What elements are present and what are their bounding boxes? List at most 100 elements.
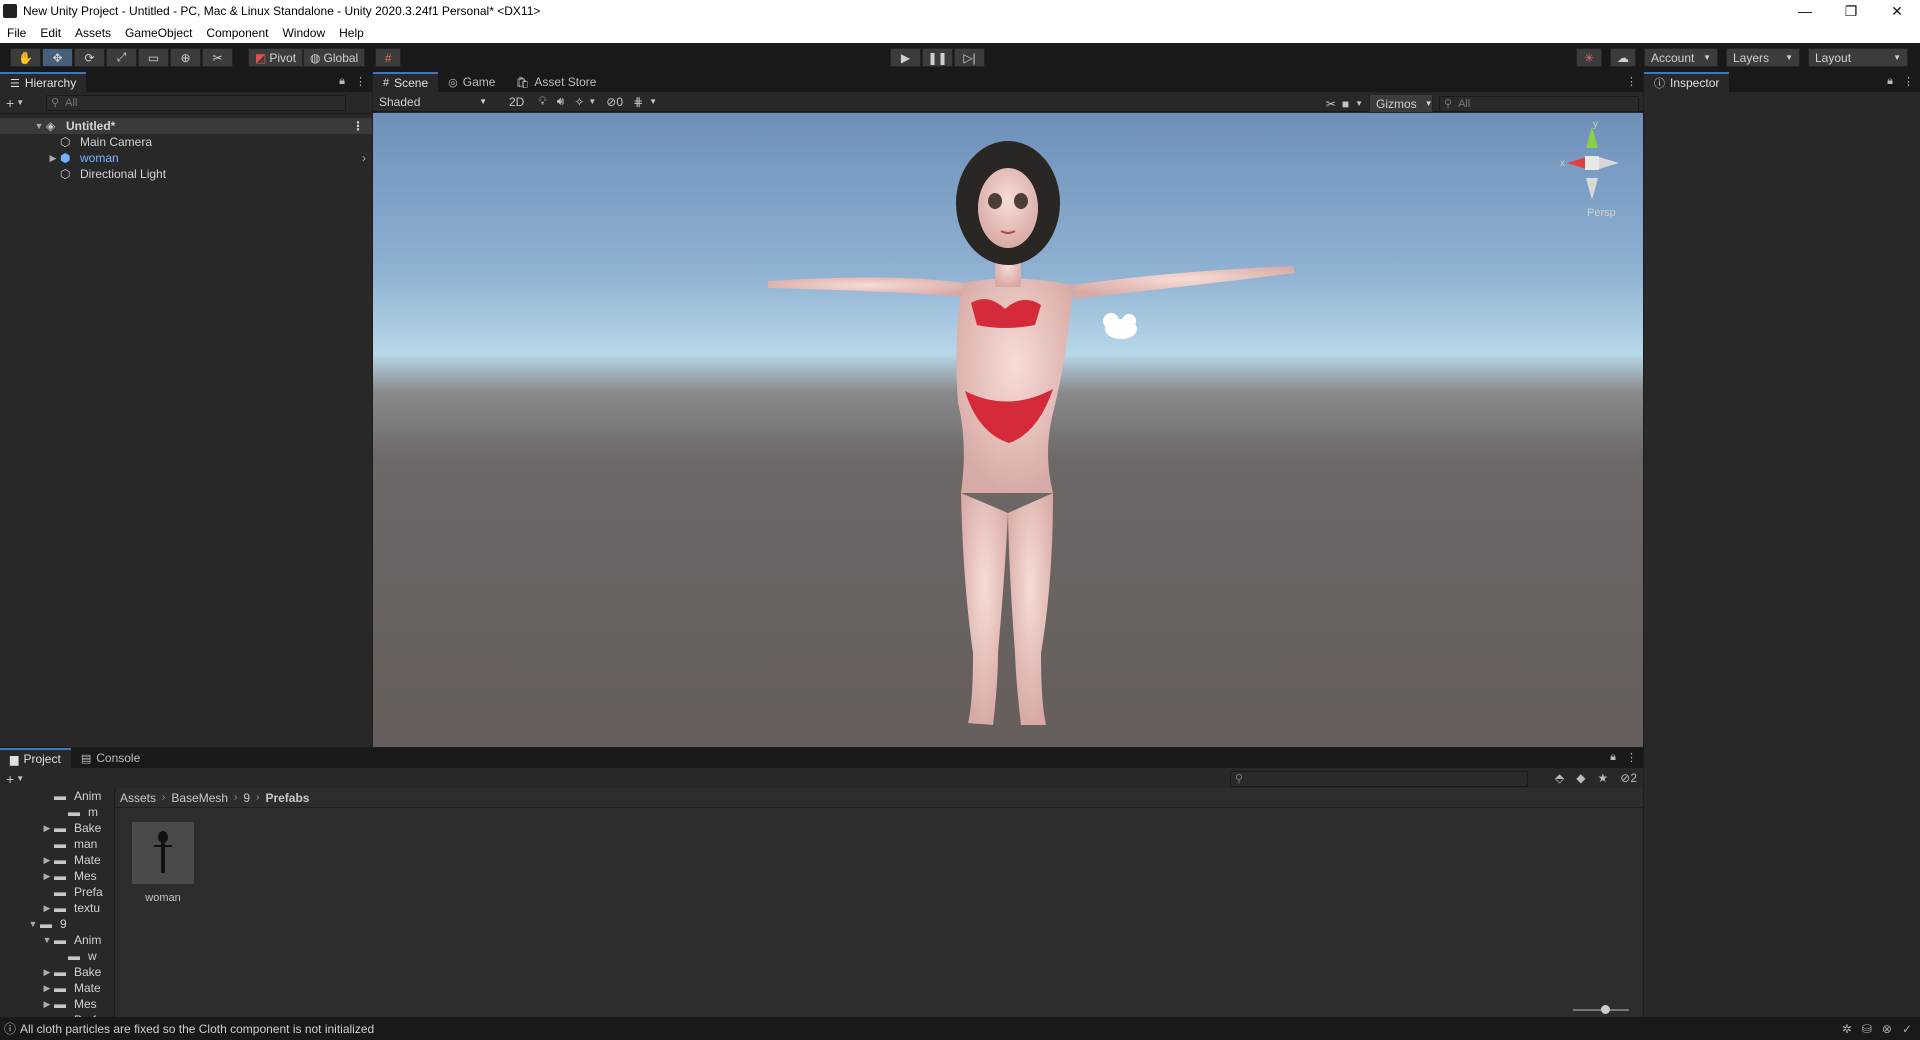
shading-mode-dropdown[interactable]: Shaded ▼ (373, 92, 493, 111)
scale-tool-button[interactable]: ⤢ (106, 48, 137, 67)
add-button[interactable]: + (6, 95, 14, 111)
hidden-objects-icon[interactable]: ⊘ (606, 95, 616, 109)
add-button[interactable]: + (6, 771, 14, 787)
menu-assets[interactable]: Assets (68, 26, 118, 40)
lock-icon[interactable]: 🔒︎ (1887, 75, 1893, 88)
scene-viewport[interactable]: y x Persp (373, 113, 1643, 747)
expand-arrow-icon[interactable]: ▼ (26, 919, 40, 929)
menu-edit[interactable]: Edit (33, 26, 68, 40)
layout-dropdown[interactable]: Layout ▼ (1808, 48, 1908, 67)
expand-arrow-icon[interactable]: ▼ (32, 121, 46, 131)
tab-inspector[interactable]: ⓘ Inspector (1644, 72, 1730, 92)
folder-tree-item[interactable]: ▶ ▬ textu (0, 900, 114, 916)
breadcrumb-basemesh[interactable]: BaseMesh (171, 791, 228, 805)
pause-button[interactable]: ❚❚ (922, 48, 953, 67)
expand-arrow-icon[interactable]: ▶ (40, 823, 54, 834)
audio-icon[interactable]: 🔊︎ (557, 94, 565, 109)
zoom-slider[interactable] (1573, 1005, 1629, 1014)
transform-tool-button[interactable]: ⊕ (170, 48, 201, 67)
breadcrumb-prefabs[interactable]: Prefabs (265, 791, 309, 805)
check-icon[interactable]: ✓ (1902, 1022, 1912, 1036)
menu-help[interactable]: Help (332, 26, 371, 40)
cloud-button[interactable]: ☁ (1610, 48, 1636, 67)
folder-tree-item[interactable]: ▶ ▬ Mate (0, 852, 114, 868)
minimize-button[interactable]: — (1782, 0, 1828, 22)
folder-tree-item[interactable]: ▶ ▬ Bake (0, 820, 114, 836)
filter-by-type-icon[interactable]: ⬘ (1555, 771, 1564, 785)
close-button[interactable]: ✕ (1874, 0, 1920, 22)
play-button[interactable]: ▶ (890, 48, 921, 67)
scene-search-input[interactable]: ⚲ All (1439, 95, 1639, 112)
persp-label[interactable]: Persp (1587, 207, 1616, 219)
folder-tree-item[interactable]: ▬ Anim (0, 788, 114, 804)
folder-tree-item[interactable]: ▬ m (0, 804, 114, 820)
expand-arrow-icon[interactable]: ▶ (40, 871, 54, 882)
hierarchy-item-directional-light[interactable]: ⬡ Directional Light (0, 166, 372, 182)
kebab-menu-icon[interactable]: ⋮ (352, 119, 364, 133)
global-toggle[interactable]: ◍ Global (303, 48, 366, 67)
hierarchy-scene-root[interactable]: ▼ ◈ Untitled* ⋮ (0, 118, 372, 134)
expand-arrow-icon[interactable]: ▶ (40, 983, 54, 994)
chevron-right-icon[interactable]: › (362, 151, 366, 165)
chevron-down-icon[interactable]: ▼ (649, 97, 657, 106)
breadcrumb-9[interactable]: 9 (243, 791, 250, 805)
tab-game[interactable]: ◎ Game (438, 72, 505, 92)
tab-scene[interactable]: # Scene (373, 72, 439, 92)
lock-icon[interactable]: 🔒︎ (1610, 751, 1616, 764)
woman-model[interactable] (768, 141, 1295, 725)
chevron-down-icon[interactable]: ▼ (16, 98, 24, 107)
network-icon[interactable]: ⊗ (1882, 1022, 1892, 1036)
asset-woman[interactable]: woman (132, 822, 194, 904)
maximize-button[interactable]: ❐ (1828, 0, 1874, 22)
step-button[interactable]: ▷| (954, 48, 985, 67)
tab-project[interactable]: ▆ Project (0, 748, 71, 768)
hierarchy-item-woman[interactable]: ▶ ⬢ woman › (0, 150, 372, 166)
hierarchy-item-main-camera[interactable]: ⬡ Main Camera (0, 134, 372, 150)
rect-tool-button[interactable]: ▭ (138, 48, 169, 67)
chevron-down-icon[interactable]: ▼ (588, 97, 596, 106)
rotate-tool-button[interactable]: ⟳ (74, 48, 105, 67)
filter-by-label-icon[interactable]: ◆ (1576, 771, 1585, 785)
tools-icon[interactable]: ✂ (1326, 97, 1336, 111)
move-tool-button[interactable]: ✥ (42, 48, 73, 67)
kebab-menu-icon[interactable]: ⋮ (1626, 751, 1637, 764)
camera-gizmo-icon[interactable] (1103, 313, 1137, 339)
expand-arrow-icon[interactable]: ▶ (46, 153, 60, 164)
hidden-packages-toggle[interactable]: ⊘2 (1620, 771, 1637, 785)
menu-file[interactable]: File (0, 26, 33, 40)
folder-tree-item[interactable]: ▬ Prefa (0, 884, 114, 900)
debug-icon[interactable]: ✲ (1842, 1022, 1852, 1036)
grid-toggle-icon[interactable]: ⋕ (633, 95, 643, 109)
expand-arrow-icon[interactable]: ▼ (40, 935, 54, 945)
favorite-icon[interactable]: ★ (1597, 771, 1608, 785)
folder-tree-item[interactable]: ▶ ▬ Mate (0, 980, 114, 996)
zoom-slider-handle[interactable] (1601, 1005, 1610, 1014)
gizmos-dropdown[interactable]: Gizmos ▼ (1369, 94, 1433, 113)
chevron-down-icon[interactable]: ▼ (16, 774, 24, 783)
status-message[interactable]: All cloth particles are fixed so the Clo… (20, 1022, 374, 1036)
cache-icon[interactable]: ⛁ (1862, 1022, 1872, 1036)
hierarchy-search-input[interactable]: ⚲ All (46, 94, 347, 111)
tab-hierarchy[interactable]: ☰ Hierarchy (0, 72, 87, 92)
account-dropdown[interactable]: Account ▼ (1644, 48, 1718, 67)
kebab-menu-icon[interactable]: ⋮ (1626, 75, 1637, 88)
folder-tree-item[interactable]: ▶ ▬ Mes (0, 868, 114, 884)
custom-tool-button[interactable]: ✂ (202, 48, 233, 67)
folder-tree-item[interactable]: ▼ ▬ 9 (0, 916, 114, 932)
folder-tree-item[interactable]: ▶ ▬ Mes (0, 996, 114, 1012)
expand-arrow-icon[interactable]: ▶ (40, 967, 54, 978)
tab-console[interactable]: ▤ Console (71, 748, 150, 768)
breadcrumb-assets[interactable]: Assets (120, 791, 156, 805)
tab-asset-store[interactable]: 🛍︎ Asset Store (505, 72, 606, 92)
menu-window[interactable]: Window (275, 26, 332, 40)
orientation-gizmo[interactable]: y x Persp (1560, 119, 1619, 219)
kebab-menu-icon[interactable]: ⋮ (1903, 75, 1914, 88)
expand-arrow-icon[interactable]: ▶ (40, 903, 54, 914)
folder-tree-item[interactable]: ▼ ▬ Anim (0, 932, 114, 948)
pivot-toggle[interactable]: ◩ Pivot (248, 48, 304, 67)
hand-tool-button[interactable]: ✋ (10, 48, 41, 67)
camera-icon[interactable]: ■ (1342, 97, 1349, 111)
mode-2d-toggle[interactable]: 2D (509, 95, 524, 109)
folder-tree-item[interactable]: ▶ ▬ Bake (0, 964, 114, 980)
lighting-icon[interactable]: 💡︎ (538, 94, 546, 109)
